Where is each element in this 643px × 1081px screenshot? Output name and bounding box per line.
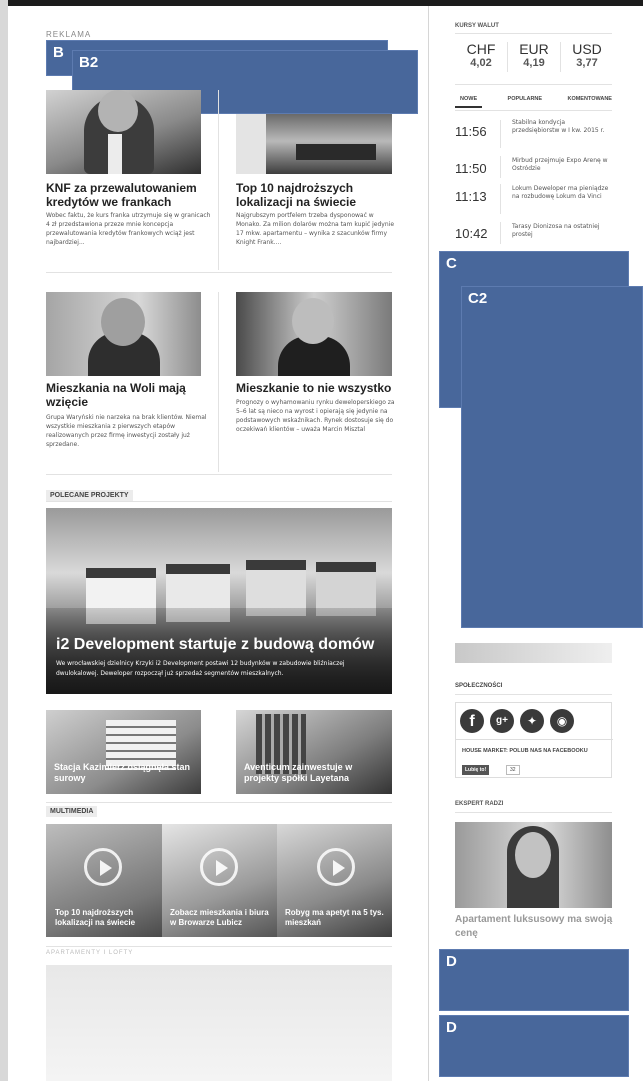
divider [46, 946, 392, 947]
divider [500, 120, 501, 148]
expert-title: EKSPERT RADZI [455, 801, 504, 807]
column-divider [428, 6, 429, 1081]
news-link[interactable]: Stabilna kondycja przedsiębiorstw w I kw… [512, 119, 612, 135]
twitter-icon[interactable]: ✦ [520, 709, 544, 733]
banner-strip[interactable] [455, 643, 612, 663]
ad-label: REKLAMA [46, 30, 92, 39]
divider [46, 272, 392, 273]
article-title[interactable]: Top 10 najdroższych lokalizacji na świec… [236, 181, 396, 209]
social-box: f g+ ✦ ◉ HOUSE MARKET: POLUB NAS NA FACE… [455, 702, 613, 778]
currency-usd: USD 3,77 [572, 41, 602, 69]
play-icon[interactable] [317, 848, 355, 886]
currency-eur: EUR 4,19 [519, 41, 549, 69]
news-link[interactable]: Tarasy Dionizosa na ostatniej prostej [512, 223, 612, 239]
video-title[interactable]: Zobacz mieszkania i biura w Browarze Lub… [170, 908, 270, 928]
article-title[interactable]: KNF za przewalutowaniem kredytów we fran… [46, 181, 211, 209]
article-image-knf[interactable] [46, 90, 201, 174]
section-label-polecane: POLECANE PROJEKTY [46, 490, 133, 501]
page-left-edge [0, 0, 8, 1081]
divider [500, 184, 501, 214]
article-image-wola[interactable] [46, 292, 201, 376]
tile-title[interactable]: Stacja Kazimierz osiągnęła stan surowy [54, 762, 199, 784]
divider [455, 694, 612, 695]
article-lead: Grupa Waryński nie narzeka na brak klien… [46, 414, 207, 448]
news-time: 11:50 [455, 161, 487, 176]
article-image-top10[interactable] [236, 114, 392, 174]
tab-nowe[interactable]: NOWE [455, 96, 483, 108]
divider [500, 222, 501, 244]
article-lead: Najgrubszym portfelem trzeba dysponować … [236, 212, 395, 246]
news-time: 10:42 [455, 226, 488, 241]
social-title: SPOŁECZNOŚCI [455, 683, 503, 689]
facebook-icon[interactable]: f [460, 709, 484, 733]
google-plus-icon[interactable]: g+ [490, 709, 514, 733]
featured-title[interactable]: i2 Development startuje z budową domów [56, 636, 386, 654]
article-title[interactable]: Mieszkanie to nie wszystko [236, 381, 396, 395]
news-tabs: NOWE POPULARNE KOMENTOWANE [455, 96, 612, 108]
rss-icon[interactable]: ◉ [550, 709, 574, 733]
video-title[interactable]: Top 10 najdroższych lokalizacji na świec… [55, 908, 155, 928]
divider [46, 474, 392, 475]
divider [46, 802, 392, 803]
featured-lead: We wrocławskiej dzielnicy Krzyki i2 Deve… [56, 660, 345, 677]
play-icon[interactable] [200, 848, 238, 886]
section-label-apartamenty: APARTAMENTY I LOFTY [46, 950, 134, 956]
expert-caption[interactable]: Apartament luksusowy ma swoją cenę [455, 913, 615, 941]
play-icon[interactable] [84, 848, 122, 886]
divider [46, 501, 392, 502]
news-time: 11:56 [455, 124, 487, 139]
ad-placeholder-c2: C2 [461, 286, 643, 628]
like-count: 32 [506, 765, 520, 775]
top-bar [0, 0, 643, 6]
section-label-multimedia: MULTIMEDIA [46, 806, 98, 817]
tab-popularne[interactable]: POPULARNE [508, 96, 543, 108]
divider [455, 812, 612, 813]
currency-title: KURSY WALUT [455, 23, 499, 29]
currency-chf: CHF 4,02 [466, 41, 496, 69]
tab-komentowane[interactable]: KOMENTOWANE [567, 96, 612, 108]
expert-image[interactable] [455, 822, 612, 908]
article-lead: Wobec faktu, że kurs franka utrzymuje si… [46, 212, 211, 246]
divider [455, 84, 612, 85]
ad-placeholder-d: D [439, 949, 629, 1011]
video-title[interactable]: Robyg ma apetyt na 5 tys. mieszkań [285, 908, 385, 928]
divider [218, 90, 219, 270]
divider [500, 156, 501, 178]
ad-placeholder-d: D [439, 1015, 629, 1077]
facebook-prompt: HOUSE MARKET: POLUB NAS NA FACEBOOKU [462, 748, 588, 754]
article-image-mieszkanie[interactable] [236, 292, 392, 376]
news-link[interactable]: Lokum Deweloper ma pieniądze na rozbudow… [512, 185, 612, 201]
news-time: 11:13 [455, 189, 487, 204]
like-button[interactable]: Lubię to! [462, 765, 490, 775]
divider [455, 110, 612, 111]
apartamenty-image[interactable] [46, 965, 392, 1081]
tile-title[interactable]: Aventicum zainwestuje w projekty spółki … [244, 762, 389, 784]
divider [455, 33, 612, 34]
news-link[interactable]: Mirbud przejmuje Expo Arenę w Ostródzie [512, 157, 612, 173]
article-lead: Prognozy o wyhamowaniu rynku dewelopersk… [236, 399, 395, 433]
divider [218, 292, 219, 472]
article-title[interactable]: Mieszkania na Woli mają wzięcie [46, 381, 211, 409]
